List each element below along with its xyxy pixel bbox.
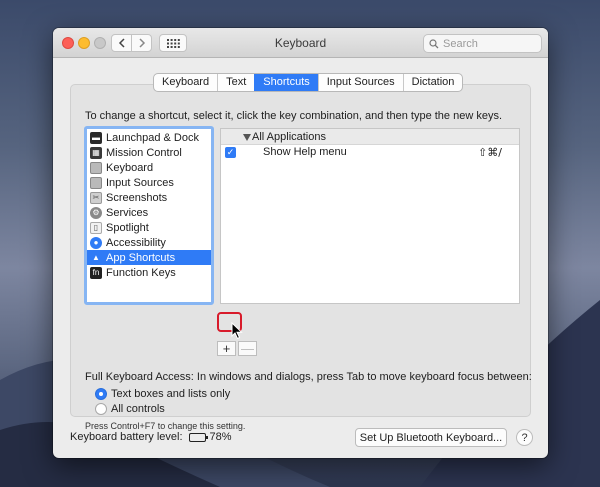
function-keys-icon: fn <box>90 266 102 279</box>
category-item-screenshots[interactable]: ✂ Screenshots <box>87 190 211 205</box>
category-label: Launchpad & Dock <box>106 131 199 144</box>
category-label: Mission Control <box>106 146 182 159</box>
remove-shortcut-button[interactable]: — <box>238 341 257 356</box>
disclosure-triangle-icon[interactable] <box>243 134 251 141</box>
battery-icon <box>188 432 208 442</box>
help-button[interactable]: ? <box>516 429 533 446</box>
shortcuts-table[interactable]: All Applications ✓ Show Help menu ⇧⌘/ <box>220 128 520 304</box>
category-item-launchpad[interactable]: ▬ Launchpad & Dock <box>87 130 211 145</box>
setup-bluetooth-keyboard-button[interactable]: Set Up Bluetooth Keyboard... <box>355 428 507 447</box>
category-item-app-shortcuts[interactable]: ▲ App Shortcuts <box>87 250 211 265</box>
spotlight-icon: ▯ <box>90 221 102 234</box>
search-field[interactable] <box>423 34 542 53</box>
radio-text-boxes-only[interactable]: Text boxes and lists only <box>95 388 230 400</box>
tab-keyboard[interactable]: Keyboard <box>154 74 217 91</box>
shortcut-name: Show Help menu <box>263 146 347 158</box>
tab-bar: Keyboard Text Shortcuts Input Sources Di… <box>153 73 464 92</box>
keyboard-preferences-window: Keyboard Keyboard Text Shortcuts Input S… <box>53 28 548 458</box>
instructions-text: To change a shortcut, select it, click t… <box>85 110 503 122</box>
shortcut-row[interactable]: ✓ Show Help menu ⇧⌘/ <box>221 145 519 161</box>
add-remove-controls: + — <box>217 341 257 358</box>
category-item-services[interactable]: ⚙ Services <box>87 205 211 220</box>
category-item-accessibility[interactable]: ● Accessibility <box>87 235 211 250</box>
input-sources-icon <box>90 176 102 189</box>
tab-text[interactable]: Text <box>217 74 254 91</box>
mouse-pointer-icon <box>231 322 243 340</box>
shortcuts-pane: To change a shortcut, select it, click t… <box>70 84 532 431</box>
category-label: Input Sources <box>106 176 174 189</box>
radio-label: All controls <box>111 403 165 415</box>
shortcut-group-row[interactable]: All Applications <box>221 129 519 145</box>
category-label: Screenshots <box>106 191 168 204</box>
battery-value: 78% <box>209 431 232 443</box>
category-item-input-sources[interactable]: Input Sources <box>87 175 211 190</box>
radio-button[interactable] <box>95 403 107 415</box>
battery-label: Keyboard battery level: <box>70 431 183 443</box>
search-input[interactable] <box>443 37 538 50</box>
mission-control-icon: ▦ <box>90 146 102 159</box>
app-shortcuts-icon: ▲ <box>92 253 100 262</box>
category-item-function-keys[interactable]: fn Function Keys <box>87 265 211 280</box>
tab-input-sources[interactable]: Input Sources <box>317 74 403 91</box>
tab-dictation[interactable]: Dictation <box>402 74 463 91</box>
shortcut-enabled-checkbox[interactable]: ✓ <box>225 147 236 158</box>
category-label: Keyboard <box>106 161 154 174</box>
category-label: Services <box>106 206 149 219</box>
shortcut-group-label: All Applications <box>252 130 326 143</box>
add-shortcut-button[interactable]: + <box>217 341 236 356</box>
search-icon <box>429 38 439 48</box>
titlebar: Keyboard <box>53 28 548 58</box>
radio-button[interactable] <box>95 388 107 400</box>
tab-shortcuts[interactable]: Shortcuts <box>254 74 318 91</box>
screenshots-icon: ✂ <box>90 191 102 204</box>
shortcut-hint-note: Press Control+F7 to change this setting. <box>85 421 246 431</box>
accessibility-icon: ● <box>90 236 102 249</box>
category-item-keyboard[interactable]: Keyboard <box>87 160 211 175</box>
keyboard-icon <box>90 161 102 174</box>
launchpad-icon: ▬ <box>90 131 102 144</box>
full-keyboard-access-label: Full Keyboard Access: In windows and dia… <box>85 371 532 383</box>
category-list[interactable]: ▬ Launchpad & Dock ▦ Mission Control Key… <box>84 126 214 305</box>
category-item-mission-control[interactable]: ▦ Mission Control <box>87 145 211 160</box>
category-label: Accessibility <box>106 236 166 249</box>
category-label: App Shortcuts <box>106 251 176 264</box>
category-label: Spotlight <box>106 221 149 234</box>
battery-status: Keyboard battery level: 78% <box>70 431 232 443</box>
radio-label: Text boxes and lists only <box>111 388 231 400</box>
category-item-spotlight[interactable]: ▯ Spotlight <box>87 220 211 235</box>
radio-all-controls[interactable]: All controls <box>95 403 165 415</box>
category-label: Function Keys <box>106 266 176 279</box>
shortcut-keys[interactable]: ⇧⌘/ <box>478 146 502 159</box>
gear-icon: ⚙ <box>90 206 102 219</box>
